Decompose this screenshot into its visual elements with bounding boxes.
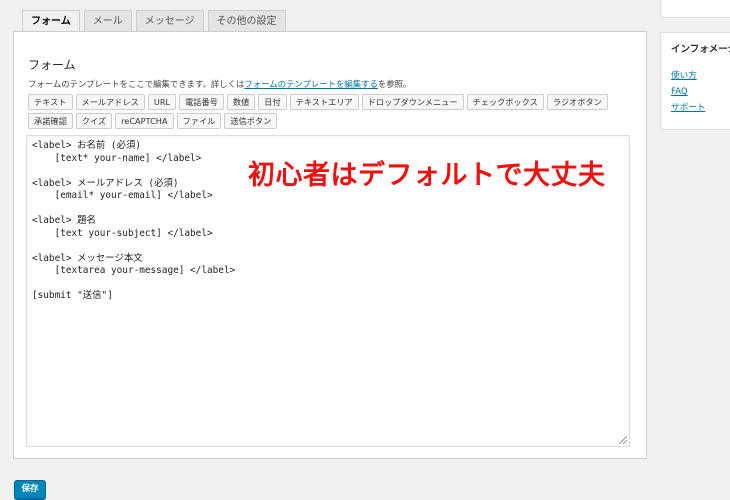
tag-generator-bar: テキスト メールアドレス URL 電話番号 数値 日付 テキストエリア ドロップ… — [28, 94, 636, 132]
tab-mail[interactable]: メール — [83, 10, 132, 31]
form-template-code: <label> お名前 (必須) [text* your-name] </lab… — [32, 140, 236, 301]
information-links: 使い方 FAQ サポート — [671, 68, 705, 116]
tag-date-button[interactable]: 日付 — [258, 94, 287, 110]
tag-recaptcha-button[interactable]: reCAPTCHA — [115, 113, 174, 129]
docs-link[interactable]: 使い方 — [671, 71, 697, 81]
tag-submit-button[interactable]: 送信ボタン — [224, 113, 278, 129]
panel-title: フォーム — [28, 58, 76, 72]
sidebar-top-box — [660, 0, 730, 18]
list-item: FAQ — [671, 84, 705, 100]
tab-other-settings[interactable]: その他の設定 — [207, 10, 286, 31]
tag-tel-button[interactable]: 電話番号 — [179, 94, 224, 110]
list-item: サポート — [671, 100, 705, 116]
annotation-overlay-text: 初心者はデフォルトで大丈夫 — [248, 160, 606, 191]
tag-row-1: テキスト メールアドレス URL 電話番号 数値 日付 テキストエリア ドロップ… — [28, 94, 636, 110]
description-text: フォームのテンプレートをここで編集できます。詳しくは — [28, 79, 245, 89]
tab-bar: フォーム メール メッセージ その他の設定 — [22, 10, 290, 33]
tag-textarea-button[interactable]: テキストエリア — [289, 94, 359, 110]
information-title: インフォメーション — [671, 44, 730, 55]
tag-row-2: 承諾確認 クイズ reCAPTCHA ファイル 送信ボタン — [28, 113, 636, 129]
tag-text-button[interactable]: テキスト — [28, 94, 73, 110]
tag-dropdown-button[interactable]: ドロップダウンメニュー — [361, 94, 464, 110]
save-button[interactable]: 保存 — [14, 480, 46, 499]
description-suffix: を参照。 — [377, 79, 412, 89]
tag-file-button[interactable]: ファイル — [176, 113, 222, 129]
resize-handle-icon[interactable] — [619, 436, 627, 444]
tag-radio-button[interactable]: ラジオボタン — [546, 94, 608, 110]
support-link[interactable]: サポート — [671, 103, 705, 113]
tab-form[interactable]: フォーム — [22, 10, 80, 33]
form-template-editor[interactable]: <label> お名前 (必須) [text* your-name] </lab… — [26, 135, 630, 447]
faq-link[interactable]: FAQ — [671, 87, 688, 97]
tag-acceptance-button[interactable]: 承諾確認 — [28, 113, 73, 129]
form-template-help-link[interactable]: フォームのテンプレートを編集する — [244, 79, 378, 89]
tag-number-button[interactable]: 数値 — [226, 94, 256, 110]
tag-checkbox-button[interactable]: チェックボックス — [466, 94, 544, 110]
tag-quiz-button[interactable]: クイズ — [75, 113, 113, 129]
tag-url-button[interactable]: URL — [147, 94, 177, 110]
information-box: インフォメーション 使い方 FAQ サポート — [660, 32, 730, 130]
list-item: 使い方 — [671, 68, 705, 84]
tab-messages[interactable]: メッセージ — [135, 10, 204, 31]
tag-email-button[interactable]: メールアドレス — [75, 94, 145, 110]
panel-description: フォームのテンプレートをここで編集できます。詳しくはフォームのテンプレートを編集… — [28, 78, 411, 90]
form-panel: フォーム フォームのテンプレートをここで編集できます。詳しくはフォームのテンプレ… — [13, 31, 647, 459]
